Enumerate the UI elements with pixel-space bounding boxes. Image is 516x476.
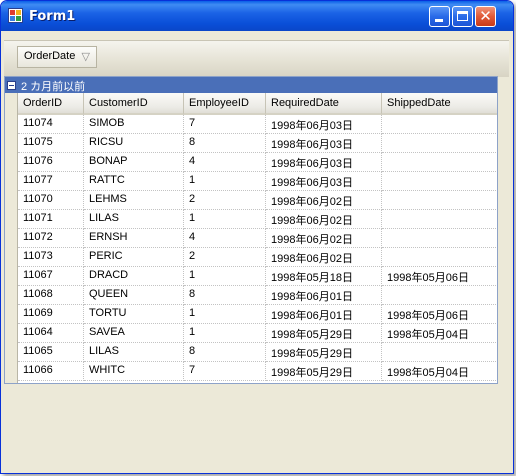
cell-requireddate[interactable]: 1998年06月02日 (266, 191, 382, 210)
cell-customerid[interactable]: RICSU (84, 134, 184, 153)
cell-customerid[interactable]: ERNSH (84, 229, 184, 248)
cell-requireddate[interactable]: 1998年05月18日 (266, 267, 382, 286)
cell-requireddate[interactable]: 1998年06月02日 (266, 210, 382, 229)
cell-customerid[interactable]: LILAS (84, 343, 184, 362)
cell-shippeddate[interactable] (382, 134, 497, 153)
cell-customerid[interactable]: RATTC (84, 172, 184, 191)
cell-customerid[interactable]: TORTU (84, 305, 184, 324)
minimize-icon (435, 19, 443, 22)
group-indent (5, 93, 18, 383)
maximize-icon (457, 11, 468, 21)
cell-orderid[interactable]: 11073 (18, 248, 84, 267)
cell-employeeid[interactable]: 1 (184, 172, 266, 191)
cell-requireddate[interactable]: 1998年06月03日 (266, 115, 382, 134)
cell-shippeddate[interactable] (382, 191, 497, 210)
group-row[interactable]: 2 カ月前以前 (5, 77, 497, 93)
cell-requireddate[interactable]: 1998年06月01日 (266, 286, 382, 305)
cell-orderid[interactable]: 11067 (18, 267, 84, 286)
column-header-employeeid[interactable]: EmployeeID (184, 93, 266, 115)
cell-customerid[interactable]: WHITC (84, 362, 184, 381)
column-header-customerid[interactable]: CustomerID (84, 93, 184, 115)
cell-requireddate[interactable]: 1998年06月02日 (266, 248, 382, 267)
cell-orderid[interactable]: 11066 (18, 362, 84, 381)
cell-orderid[interactable]: 11070 (18, 191, 84, 210)
cell-customerid[interactable]: BONAP (84, 153, 184, 172)
data-grid[interactable]: 2 カ月前以前 OrderID CustomerID EmployeeID Requi… (4, 76, 498, 384)
cell-shippeddate[interactable]: 1998年05月06日 (382, 305, 497, 324)
group-by-panel[interactable]: OrderDate ▽ (4, 40, 509, 77)
cell-employeeid[interactable]: 1 (184, 210, 266, 229)
cell-employeeid[interactable]: 1 (184, 267, 266, 286)
cell-employeeid[interactable]: 2 (184, 248, 266, 267)
cell-shippeddate[interactable]: 1998年05月04日 (382, 324, 497, 343)
close-button[interactable]: ✕ (475, 6, 496, 27)
column-header-orderid[interactable]: OrderID (18, 93, 84, 115)
collapse-icon[interactable] (7, 81, 16, 90)
cell-employeeid[interactable]: 7 (184, 115, 266, 134)
cell-orderid[interactable]: 11072 (18, 229, 84, 248)
cell-employeeid[interactable]: 8 (184, 286, 266, 305)
column-header-shippeddate[interactable]: ShippedDate (382, 93, 497, 115)
cell-shippeddate[interactable] (382, 153, 497, 172)
cell-shippeddate[interactable] (382, 210, 497, 229)
cell-orderid[interactable]: 11071 (18, 210, 84, 229)
cell-employeeid[interactable]: 4 (184, 153, 266, 172)
cell-requireddate[interactable]: 1998年06月03日 (266, 172, 382, 191)
minimize-button[interactable] (429, 6, 450, 27)
cell-customerid[interactable]: SAVEA (84, 324, 184, 343)
cell-customerid[interactable]: QUEEN (84, 286, 184, 305)
cell-shippeddate[interactable]: 1998年05月04日 (382, 362, 497, 381)
cell-customerid[interactable]: DRACD (84, 267, 184, 286)
cell-employeeid[interactable]: 7 (184, 362, 266, 381)
cell-shippeddate[interactable] (382, 248, 497, 267)
cell-orderid[interactable]: 11064 (18, 324, 84, 343)
cell-shippeddate[interactable] (382, 172, 497, 191)
cell-shippeddate[interactable] (382, 229, 497, 248)
title-bar[interactable]: Form1 ✕ (1, 1, 513, 31)
cell-orderid[interactable]: 11065 (18, 343, 84, 362)
cell-orderid[interactable]: 11069 (18, 305, 84, 324)
cell-requireddate[interactable]: 1998年05月29日 (266, 362, 382, 381)
app-icon[interactable] (8, 8, 23, 23)
cell-requireddate[interactable]: 1998年06月03日 (266, 153, 382, 172)
cell-requireddate[interactable]: 1998年05月29日 (266, 324, 382, 343)
window-title: Form1 (29, 9, 76, 24)
cell-shippeddate[interactable] (382, 115, 497, 134)
cell-employeeid[interactable]: 1 (184, 324, 266, 343)
cell-customerid[interactable]: LEHMS (84, 191, 184, 210)
cell-shippeddate[interactable] (382, 286, 497, 305)
cell-shippeddate[interactable] (382, 343, 497, 362)
cell-orderid[interactable]: 11068 (18, 286, 84, 305)
column-header-requireddate[interactable]: RequiredDate (266, 93, 382, 115)
cell-requireddate[interactable]: 1998年06月03日 (266, 134, 382, 153)
cell-orderid[interactable]: 11077 (18, 172, 84, 191)
cell-requireddate[interactable]: 1998年05月29日 (266, 343, 382, 362)
cell-requireddate[interactable]: 1998年06月02日 (266, 229, 382, 248)
cell-orderid[interactable]: 11074 (18, 115, 84, 134)
cell-orderid[interactable]: 11076 (18, 153, 84, 172)
maximize-button[interactable] (452, 6, 473, 27)
cell-customerid[interactable]: LILAS (84, 210, 184, 229)
cell-customerid[interactable]: PERIC (84, 248, 184, 267)
group-row-label: 2 カ月前以前 (21, 81, 86, 93)
cell-employeeid[interactable]: 8 (184, 343, 266, 362)
cell-customerid[interactable]: SIMOB (84, 115, 184, 134)
group-chip-label: OrderDate (24, 50, 76, 62)
close-icon: ✕ (479, 7, 492, 25)
cell-employeeid[interactable]: 8 (184, 134, 266, 153)
cell-employeeid[interactable]: 2 (184, 191, 266, 210)
group-chip-orderdate[interactable]: OrderDate ▽ (17, 46, 97, 68)
form-window: Form1 ✕ OrderDate ▽ 2 カ月前以前 OrderID Custo… (0, 0, 514, 474)
cell-requireddate[interactable]: 1998年06月01日 (266, 305, 382, 324)
cell-employeeid[interactable]: 1 (184, 305, 266, 324)
filter-icon[interactable]: ▽ (82, 50, 90, 63)
form-client-area: OrderDate ▽ 2 カ月前以前 OrderID CustomerID Emp… (4, 31, 509, 470)
cell-employeeid[interactable]: 4 (184, 229, 266, 248)
cell-shippeddate[interactable]: 1998年05月06日 (382, 267, 497, 286)
cell-orderid[interactable]: 11075 (18, 134, 84, 153)
